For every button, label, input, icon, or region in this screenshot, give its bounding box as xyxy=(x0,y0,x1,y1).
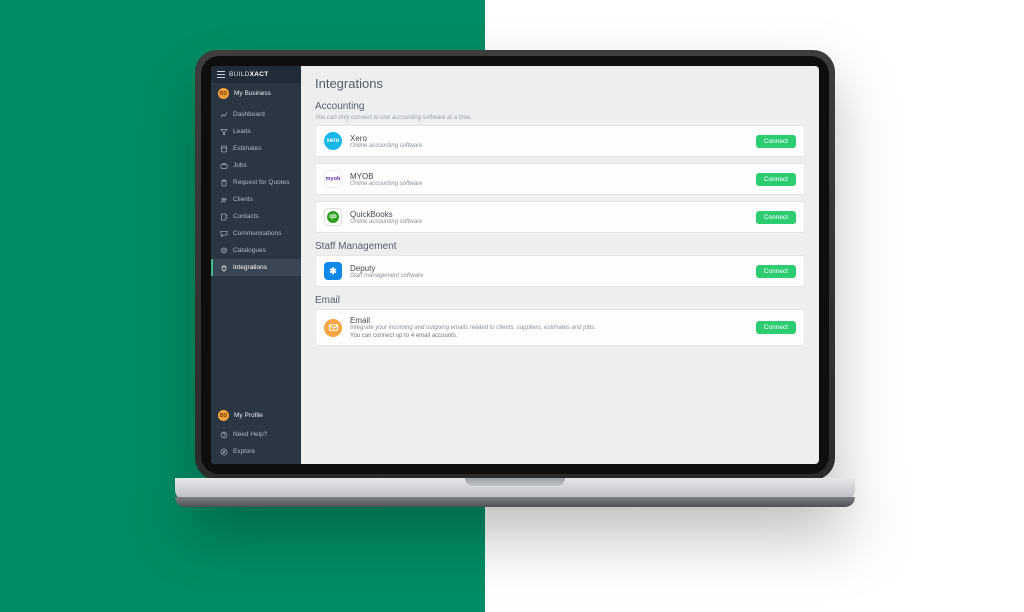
main-content: Integrations Accounting You can only conn… xyxy=(301,66,819,464)
sidebar-item-label: Leads xyxy=(233,128,251,135)
sidebar-item-label: Jobs xyxy=(233,162,247,169)
sidebar: BUILDXACT BD My Business Dashboard Leads… xyxy=(211,66,301,464)
integration-card: Email Integrate your incoming and outgoi… xyxy=(315,309,805,346)
sidebar-my-profile-label: My Profile xyxy=(234,412,263,419)
connect-button[interactable]: Connect xyxy=(756,211,796,224)
compass-icon xyxy=(220,448,228,456)
connect-button[interactable]: Connect xyxy=(756,321,796,334)
xero-logo-icon: xero xyxy=(324,132,342,150)
laptop-frame: BUILDXACT BD My Business Dashboard Leads… xyxy=(175,50,855,565)
section-title: Staff Management xyxy=(315,241,805,252)
sidebar-item-label: Dashboard xyxy=(233,111,265,118)
sidebar-item-clients[interactable]: Clients xyxy=(211,191,301,208)
integration-description: Online accounting software xyxy=(350,219,748,225)
stack-icon xyxy=(220,247,228,255)
sidebar-item-label: Catalogues xyxy=(233,247,266,254)
connect-button[interactable]: Connect xyxy=(756,135,796,148)
sidebar-item-label: Communications xyxy=(233,230,281,237)
page-title: Integrations xyxy=(315,76,805,91)
avatar: BD xyxy=(218,88,229,99)
section-title: Accounting xyxy=(315,101,805,112)
integration-name: MYOB xyxy=(350,172,748,181)
connect-button[interactable]: Connect xyxy=(756,173,796,186)
integration-description: Online accounting software xyxy=(350,181,748,187)
integration-card: ✱ Deputy Staff management software Conne… xyxy=(315,255,805,287)
address-book-icon xyxy=(220,213,228,221)
integration-name: Deputy xyxy=(350,264,748,273)
quickbooks-logo-icon: qb xyxy=(324,208,342,226)
sidebar-my-business-label: My Business xyxy=(234,90,271,97)
integration-description: Integrate your incoming and outgoing ema… xyxy=(350,325,748,331)
integration-name: Email xyxy=(350,316,748,325)
section-hint: You can only connect to one accounting s… xyxy=(315,115,805,121)
sidebar-nav: Dashboard Leads Estimates Jobs Request f… xyxy=(211,104,301,276)
avatar: BD xyxy=(218,410,229,421)
integration-name: QuickBooks xyxy=(350,210,748,219)
integration-name: Xero xyxy=(350,134,748,143)
sidebar-item-label: Estimates xyxy=(233,145,262,152)
sidebar-item-need-help-[interactable]: Need Help? xyxy=(211,426,301,443)
sidebar-item-label: Clients xyxy=(233,196,253,203)
screen: BUILDXACT BD My Business Dashboard Leads… xyxy=(211,66,819,464)
hamburger-icon[interactable] xyxy=(217,71,225,78)
section-title: Email xyxy=(315,295,805,306)
sidebar-my-business[interactable]: BD My Business xyxy=(211,83,301,104)
plug-icon xyxy=(220,264,228,272)
sidebar-item-label: Need Help? xyxy=(233,431,267,438)
clipboard-icon xyxy=(220,179,228,187)
sidebar-item-jobs[interactable]: Jobs xyxy=(211,157,301,174)
integration-description: Online accounting software xyxy=(350,143,748,149)
brand-name: BUILDXACT xyxy=(229,71,269,78)
sidebar-item-label: Request for Quotes xyxy=(233,179,289,186)
sidebar-item-label: Integrations xyxy=(233,264,267,271)
integration-description: Staff management software xyxy=(350,273,748,279)
sidebar-item-request-for-quotes[interactable]: Request for Quotes xyxy=(211,174,301,191)
users-icon xyxy=(220,196,228,204)
sidebar-item-explore[interactable]: Explore xyxy=(211,443,301,460)
connect-button[interactable]: Connect xyxy=(756,265,796,278)
email-icon xyxy=(324,319,342,337)
laptop-base xyxy=(175,478,855,500)
sidebar-item-estimates[interactable]: Estimates xyxy=(211,140,301,157)
calculator-icon xyxy=(220,145,228,153)
integration-card: xero Xero Online accounting software Con… xyxy=(315,125,805,157)
funnel-icon xyxy=(220,128,228,136)
sidebar-item-leads[interactable]: Leads xyxy=(211,123,301,140)
chat-icon xyxy=(220,230,228,238)
sidebar-item-contacts[interactable]: Contacts xyxy=(211,208,301,225)
integration-card: myob MYOB Online accounting software Con… xyxy=(315,163,805,195)
brand-bar: BUILDXACT xyxy=(211,66,301,83)
help-icon xyxy=(220,431,228,439)
sidebar-item-integrations[interactable]: Integrations xyxy=(211,259,301,276)
integration-note: You can connect up to 4 email accounts. xyxy=(350,333,748,339)
deputy-logo-icon: ✱ xyxy=(324,262,342,280)
myob-logo-icon: myob xyxy=(324,170,342,188)
briefcase-icon xyxy=(220,162,228,170)
integration-card: qb QuickBooks Online accounting software… xyxy=(315,201,805,233)
sidebar-item-communications[interactable]: Communications xyxy=(211,225,301,242)
sidebar-item-label: Contacts xyxy=(233,213,259,220)
sidebar-item-catalogues[interactable]: Catalogues xyxy=(211,242,301,259)
sidebar-my-profile[interactable]: BD My Profile xyxy=(211,405,301,426)
chart-line-icon xyxy=(220,111,228,119)
sidebar-item-dashboard[interactable]: Dashboard xyxy=(211,106,301,123)
sidebar-item-label: Explore xyxy=(233,448,255,455)
